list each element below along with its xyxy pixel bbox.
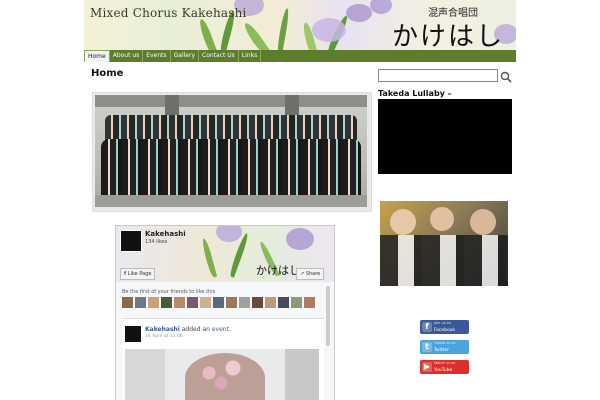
social-youtube-label: YouTube [434, 368, 453, 373]
choir-group-photo[interactable] [92, 92, 372, 212]
social-twitter-small: Follow us on [434, 341, 456, 345]
nav-item-contact-us[interactable]: Contact Us [199, 50, 239, 62]
nav-item-about-us[interactable]: About us [110, 50, 144, 62]
avatar[interactable] [135, 297, 146, 308]
facebook-icon: f [422, 322, 432, 332]
avatar[interactable] [239, 297, 250, 308]
nav-item-links[interactable]: Links [239, 50, 262, 62]
facebook-widget-scrollbar[interactable] [326, 286, 330, 346]
share-label: Share [305, 271, 321, 277]
main-nav: Home About us Events Gallery Contact Us … [84, 50, 516, 62]
avatar[interactable] [161, 297, 172, 308]
twitter-icon: t [422, 342, 432, 352]
facebook-friend-avatars [122, 297, 315, 308]
nav-item-events[interactable]: Events [143, 50, 171, 62]
facebook-post: Kakehashi added an event. 16 April at 11… [122, 318, 324, 400]
social-youtube-button[interactable]: ▶ Watch us on YouTube [420, 360, 469, 374]
social-facebook-label: Facebook [434, 328, 456, 333]
avatar[interactable] [226, 297, 237, 308]
social-youtube-small: Watch us on [434, 361, 456, 365]
facebook-post-author[interactable]: Kakehashi [145, 326, 180, 333]
avatar[interactable] [213, 297, 224, 308]
avatar[interactable] [291, 297, 302, 308]
avatar[interactable] [187, 297, 198, 308]
nav-item-gallery[interactable]: Gallery [171, 50, 199, 62]
page-title: Home [91, 68, 124, 79]
embedded-video-player[interactable] [378, 99, 512, 174]
facebook-page-widget: かけはし Kakehashi 134 likes f Like Page ↗ S… [115, 225, 335, 400]
avatar[interactable] [148, 297, 159, 308]
facebook-cover-kanji: かけはし [256, 264, 300, 277]
avatar[interactable] [304, 297, 315, 308]
social-twitter-button[interactable]: t Follow us on Twitter [420, 340, 469, 354]
facebook-friends-text: Be the first of your friends to like thi… [122, 289, 216, 295]
sidebar-video-title: Takeda Lullaby – [378, 89, 452, 98]
youtube-icon: ▶ [422, 362, 432, 372]
social-facebook-small: Join us on [434, 321, 451, 325]
avatar[interactable] [200, 297, 211, 308]
like-page-label: Like Page [127, 271, 152, 277]
facebook-like-page-button[interactable]: f Like Page [120, 268, 156, 280]
sidebar-choir-photo[interactable] [380, 201, 508, 286]
site-title[interactable]: Mixed Chorus Kakehashi [90, 6, 247, 20]
header-banner: Mixed Chorus Kakehashi 混声合唱団 かけはし [84, 0, 516, 50]
facebook-post-event-link[interactable]: event. [212, 326, 231, 333]
facebook-post-avatar[interactable] [125, 326, 141, 342]
site-kanji-logo: かけはし [392, 22, 505, 50]
avatar[interactable] [122, 297, 133, 308]
search-icon [500, 71, 512, 83]
facebook-page-avatar[interactable] [120, 230, 142, 252]
facebook-page-name[interactable]: Kakehashi [145, 230, 186, 238]
avatar[interactable] [252, 297, 263, 308]
search-input[interactable] [378, 69, 498, 82]
facebook-icon: f [124, 271, 127, 277]
facebook-post-image[interactable] [125, 349, 319, 400]
share-icon: ↗ [300, 271, 305, 277]
choir-photo-background [95, 95, 367, 207]
facebook-like-count: 134 likes [145, 239, 168, 245]
nav-item-home[interactable]: Home [84, 50, 110, 62]
social-facebook-button[interactable]: f Join us on Facebook [420, 320, 469, 334]
social-twitter-label: Twitter [434, 348, 450, 353]
facebook-share-button[interactable]: ↗ Share [296, 268, 325, 280]
facebook-post-action: added an [181, 326, 210, 333]
page: Mixed Chorus Kakehashi 混声合唱団 かけはし Home A… [84, 0, 516, 400]
avatar[interactable] [265, 297, 276, 308]
facebook-post-date[interactable]: 16 April at 11:06 [145, 334, 183, 339]
avatar[interactable] [278, 297, 289, 308]
avatar[interactable] [174, 297, 185, 308]
search-button[interactable] [500, 68, 512, 83]
facebook-post-header: Kakehashi added an event. [145, 326, 231, 333]
